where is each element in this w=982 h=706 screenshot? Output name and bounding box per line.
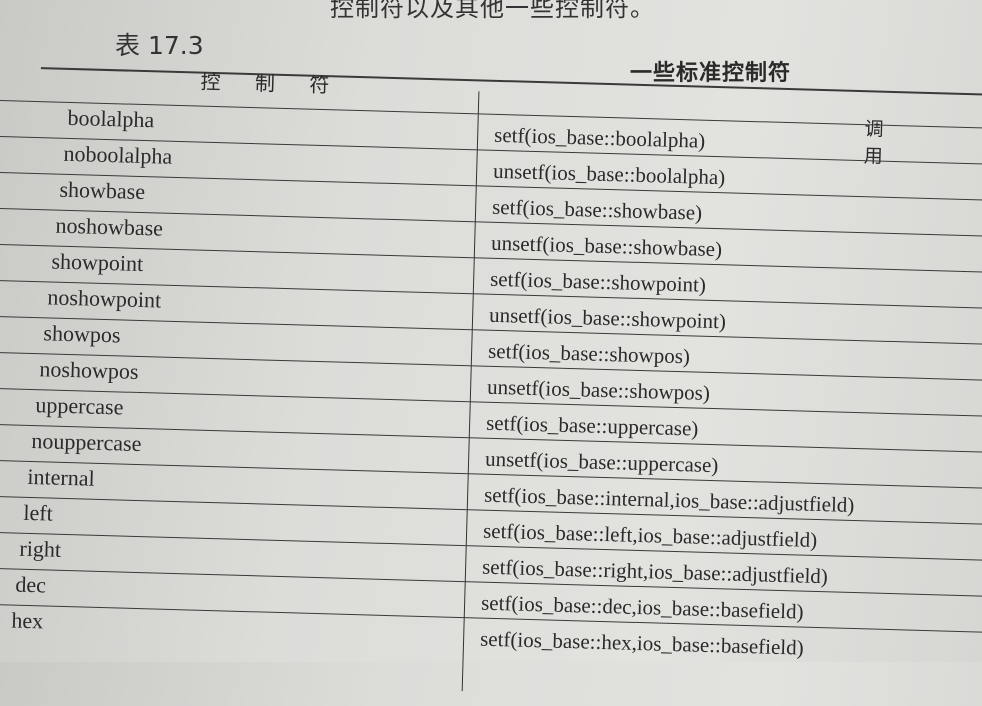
manipulator-cell: left [23, 499, 54, 526]
call-cell: setf(ios_base::showpoint) [489, 266, 707, 297]
manipulator-cell: nouppercase [31, 428, 142, 457]
manipulator-cell: noshowpoint [47, 284, 162, 313]
call-cell: unsetf(ios_base::showpos) [486, 374, 711, 405]
manipulator-cell: showbase [59, 176, 146, 205]
call-cell: unsetf(ios_base::boolalpha) [492, 158, 726, 190]
call-cell: setf(ios_base::uppercase) [485, 410, 699, 441]
table-top-rule [40, 67, 982, 96]
call-cell: unsetf(ios_base::uppercase) [484, 446, 719, 478]
manipulator-cell: uppercase [35, 392, 124, 420]
manipulator-cell: boolalpha [67, 104, 155, 133]
call-cell: setf(ios_base::showbase) [491, 194, 703, 225]
manipulator-cell: hex [11, 607, 44, 634]
manipulator-cell: dec [15, 571, 47, 598]
call-cell: setf(ios_base::boolalpha) [493, 122, 706, 153]
manipulator-cell: showpos [43, 320, 121, 348]
manipulator-cell: noshowpos [39, 356, 139, 384]
manipulator-cell: noboolalpha [63, 140, 173, 169]
manipulator-cell: noshowbase [55, 212, 164, 241]
header-manipulator: 控 制 符 [200, 69, 344, 98]
manipulator-cell: showpoint [51, 248, 144, 277]
call-cell: setf(ios_base::showpos) [487, 338, 691, 369]
call-cell: unsetf(ios_base::showbase) [490, 230, 723, 262]
call-cell: unsetf(ios_base::showpoint) [488, 302, 727, 334]
manipulator-cell: internal [27, 463, 96, 491]
manipulators-table: 控 制 符 调 用 boolalpha setf(ios_base::boolal… [0, 0, 982, 692]
manipulator-cell: right [19, 535, 62, 562]
call-cell: setf(ios_base::hex,ios_base::basefield) [479, 626, 805, 660]
